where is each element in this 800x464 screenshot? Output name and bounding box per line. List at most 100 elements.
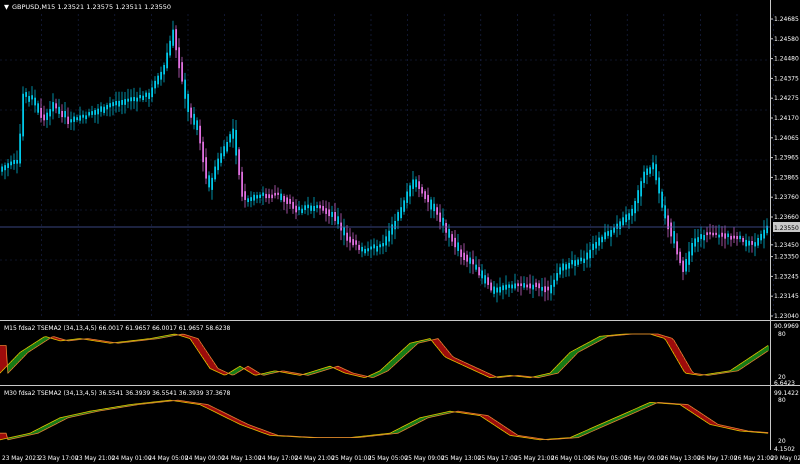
candle-body: [367, 248, 369, 252]
grid-lines: [0, 14, 774, 318]
time-tick-label: 26 May 21:00: [734, 456, 774, 462]
candle-body: [163, 65, 165, 75]
candle-body: [25, 92, 27, 97]
candle-body: [403, 200, 405, 212]
indicator-panel-m30[interactable]: M30 fdsa2 TSEMA2 (34,13,4,5) 36.5541 36.…: [0, 390, 799, 453]
candle-body: [1, 166, 3, 172]
candle-body: [697, 237, 699, 243]
candle-body: [361, 246, 363, 252]
candle-body: [178, 47, 180, 69]
candle-body: [205, 157, 207, 179]
candle-body: [418, 181, 420, 189]
candle-body: [58, 106, 60, 114]
indicator-m15-histogram: [0, 333, 769, 379]
candle-body: [43, 114, 45, 121]
candle-body: [463, 252, 465, 261]
indicator-m30-level-80: 80: [778, 397, 786, 404]
candle-body: [355, 240, 357, 245]
candle-body: [229, 134, 231, 143]
time-tick-label: 26 May 05:00: [588, 456, 628, 462]
candle-body: [322, 205, 324, 211]
candle-body: [76, 117, 78, 121]
candle-body: [262, 192, 264, 196]
time-tick-label: 26 May 01:00: [551, 456, 591, 462]
candle-body: [523, 283, 525, 288]
candle-body: [70, 119, 72, 123]
candle-body: [754, 242, 756, 247]
candle-body: [493, 286, 495, 294]
candle-body: [592, 243, 594, 251]
candle-body: [715, 232, 717, 235]
candle-body: [598, 237, 600, 246]
candle-body: [280, 193, 282, 201]
candle-body: [16, 159, 18, 164]
candle-body: [40, 107, 42, 118]
candle-body: [583, 258, 585, 263]
candle-body: [580, 257, 582, 262]
candle-body: [124, 99, 126, 105]
candle-body: [472, 259, 474, 265]
candle-body: [220, 153, 222, 163]
candle-body: [478, 267, 480, 276]
time-tick-label: 23 May 2023: [2, 456, 40, 462]
candle-body: [520, 283, 522, 287]
symbol-header: GBPUSD,M15 1.23521 1.23575 1.23511 1.235…: [12, 3, 171, 11]
candle-body: [34, 97, 36, 106]
indicator-m30-histogram: [0, 399, 769, 441]
candle-body: [283, 195, 285, 202]
candle-body: [295, 205, 297, 213]
time-tick-label: 29 May 02:00: [771, 456, 800, 462]
candle-body: [154, 80, 156, 89]
candle-body: [517, 283, 519, 287]
price-tick-label: 1.24480: [774, 56, 799, 63]
candle-body: [46, 112, 48, 120]
candle-body: [166, 52, 168, 69]
candle-body: [106, 104, 108, 110]
candle-body: [556, 273, 558, 281]
candle-body: [352, 239, 354, 246]
fast-line: [0, 399, 769, 441]
candle-body: [241, 171, 243, 197]
candle-body: [301, 208, 303, 214]
candle-body: [133, 96, 135, 102]
candle-body: [286, 197, 288, 204]
candle-body: [574, 260, 576, 266]
indicator-panel-m15[interactable]: M15 fdsa2 TSEMA2 (34,13,4,5) 66.0017 61.…: [0, 323, 799, 387]
candle-body: [721, 232, 723, 237]
candle-body: [253, 194, 255, 201]
candle-body: [328, 209, 330, 217]
header-dropdown-icon[interactable]: ▼: [4, 3, 9, 11]
candle-body: [184, 79, 186, 99]
trading-chart[interactable]: ▼ GBPUSD,M15 1.23521 1.23575 1.23511 1.2…: [0, 0, 800, 464]
candle-body: [346, 232, 348, 241]
candle-body: [679, 251, 681, 264]
candle-body: [601, 236, 603, 243]
candle-body: [460, 249, 462, 257]
candle-body: [442, 217, 444, 226]
candle-body: [412, 179, 414, 189]
candle-body: [232, 128, 234, 139]
candle-body: [277, 192, 279, 195]
candle-body: [547, 286, 549, 291]
candle-body: [364, 249, 366, 254]
candle-body: [706, 232, 708, 236]
candle-body: [466, 254, 468, 262]
candle-body: [310, 205, 312, 211]
price-tick-label: 1.24170: [774, 115, 799, 122]
candle-body: [127, 98, 129, 102]
candle-body: [292, 201, 294, 209]
time-tick-label: 26 May 17:00: [697, 456, 737, 462]
candle-body: [427, 194, 429, 203]
candle-body: [676, 241, 678, 255]
price-tick-label: 1.23760: [774, 194, 799, 201]
candle-body: [709, 232, 711, 235]
candle-body: [73, 116, 75, 122]
candle-body: [661, 191, 663, 208]
price-panel[interactable]: ▼ GBPUSD,M15 1.23521 1.23575 1.23511 1.2…: [0, 3, 800, 320]
candle-body: [604, 232, 606, 240]
candle-body: [742, 237, 744, 242]
candle-body: [148, 92, 150, 99]
candle-body: [727, 233, 729, 238]
candle-body: [52, 102, 54, 112]
candle-body: [637, 190, 639, 204]
